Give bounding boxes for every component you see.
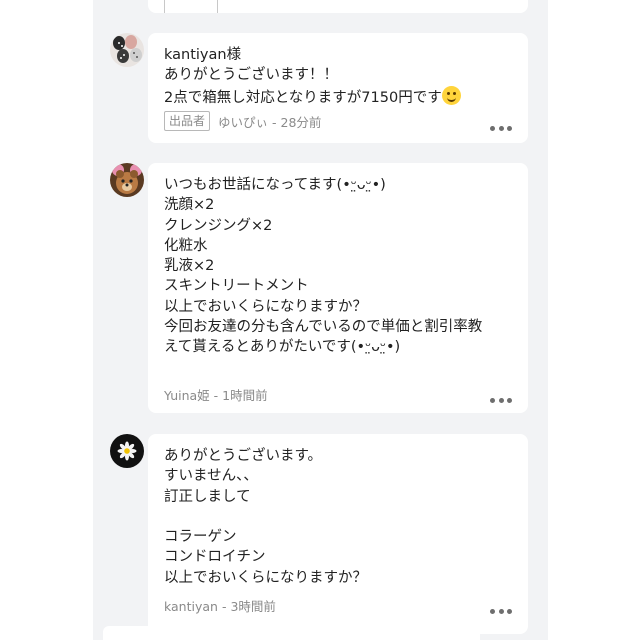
avatar-teddy-bear-image (110, 163, 144, 197)
comment-card: kantiyan様 ありがとうございます！！ 2点で箱無し対応となりますが715… (148, 33, 528, 143)
avatar[interactable] (110, 163, 144, 197)
avatar-daisy-image (110, 434, 144, 468)
seller-badge: 出品者 (164, 111, 211, 131)
more-options-icon[interactable] (490, 397, 512, 403)
meta-separator: - (209, 388, 223, 403)
comment-card: ありがとうございます。 すいません、、 訂正しまして コラーゲン コンドロイチン… (148, 434, 528, 634)
comment-time: 3時間前 (230, 599, 276, 614)
avatar-pattern-image (110, 33, 144, 67)
comment-time: 1時間前 (222, 388, 268, 403)
more-options-icon[interactable] (490, 125, 512, 131)
comment-meta: 出品者 ゆいぴぃ - 28分前 (164, 111, 321, 131)
author-name[interactable]: Yuina姫 (164, 388, 210, 403)
comment-text: いつもお世話になってます(•ᵕ̤ᴗᵕ̤•) 洗顔×2 クレンジング×2 化粧水 … (164, 177, 483, 356)
comment-meta: kantiyan - 3時間前 (164, 596, 276, 615)
meta-separator: - (268, 114, 281, 130)
comment-thread-panel: kantiyan様 ありがとうございます！！ 2点で箱無し対応となりますが715… (93, 0, 548, 640)
comment-time: 28分前 (280, 114, 322, 130)
author-name[interactable]: kantiyan (164, 599, 218, 614)
comment-text: kantiyan様 ありがとうございます！！ 2点で箱無し対応となりますが715… (164, 45, 514, 108)
comment-meta: Yuina姫 - 1時間前 (164, 385, 268, 404)
previous-comment-card (148, 0, 528, 13)
comment-input-bar[interactable] (103, 626, 480, 640)
more-options-icon[interactable] (490, 608, 512, 614)
seller-badge-partial (164, 0, 218, 13)
comment-text: ありがとうございます。 すいません、、 訂正しまして コラーゲン コンドロイチン… (164, 448, 367, 586)
meta-separator: - (217, 599, 231, 614)
avatar[interactable] (110, 434, 144, 468)
author-name[interactable]: ゆいぴぃ (218, 115, 268, 130)
avatar[interactable] (110, 33, 144, 67)
comment-card: いつもお世話になってます(•ᵕ̤ᴗᵕ̤•) 洗顔×2 クレンジング×2 化粧水 … (148, 163, 528, 413)
slightly-smiling-face-icon (441, 85, 461, 105)
